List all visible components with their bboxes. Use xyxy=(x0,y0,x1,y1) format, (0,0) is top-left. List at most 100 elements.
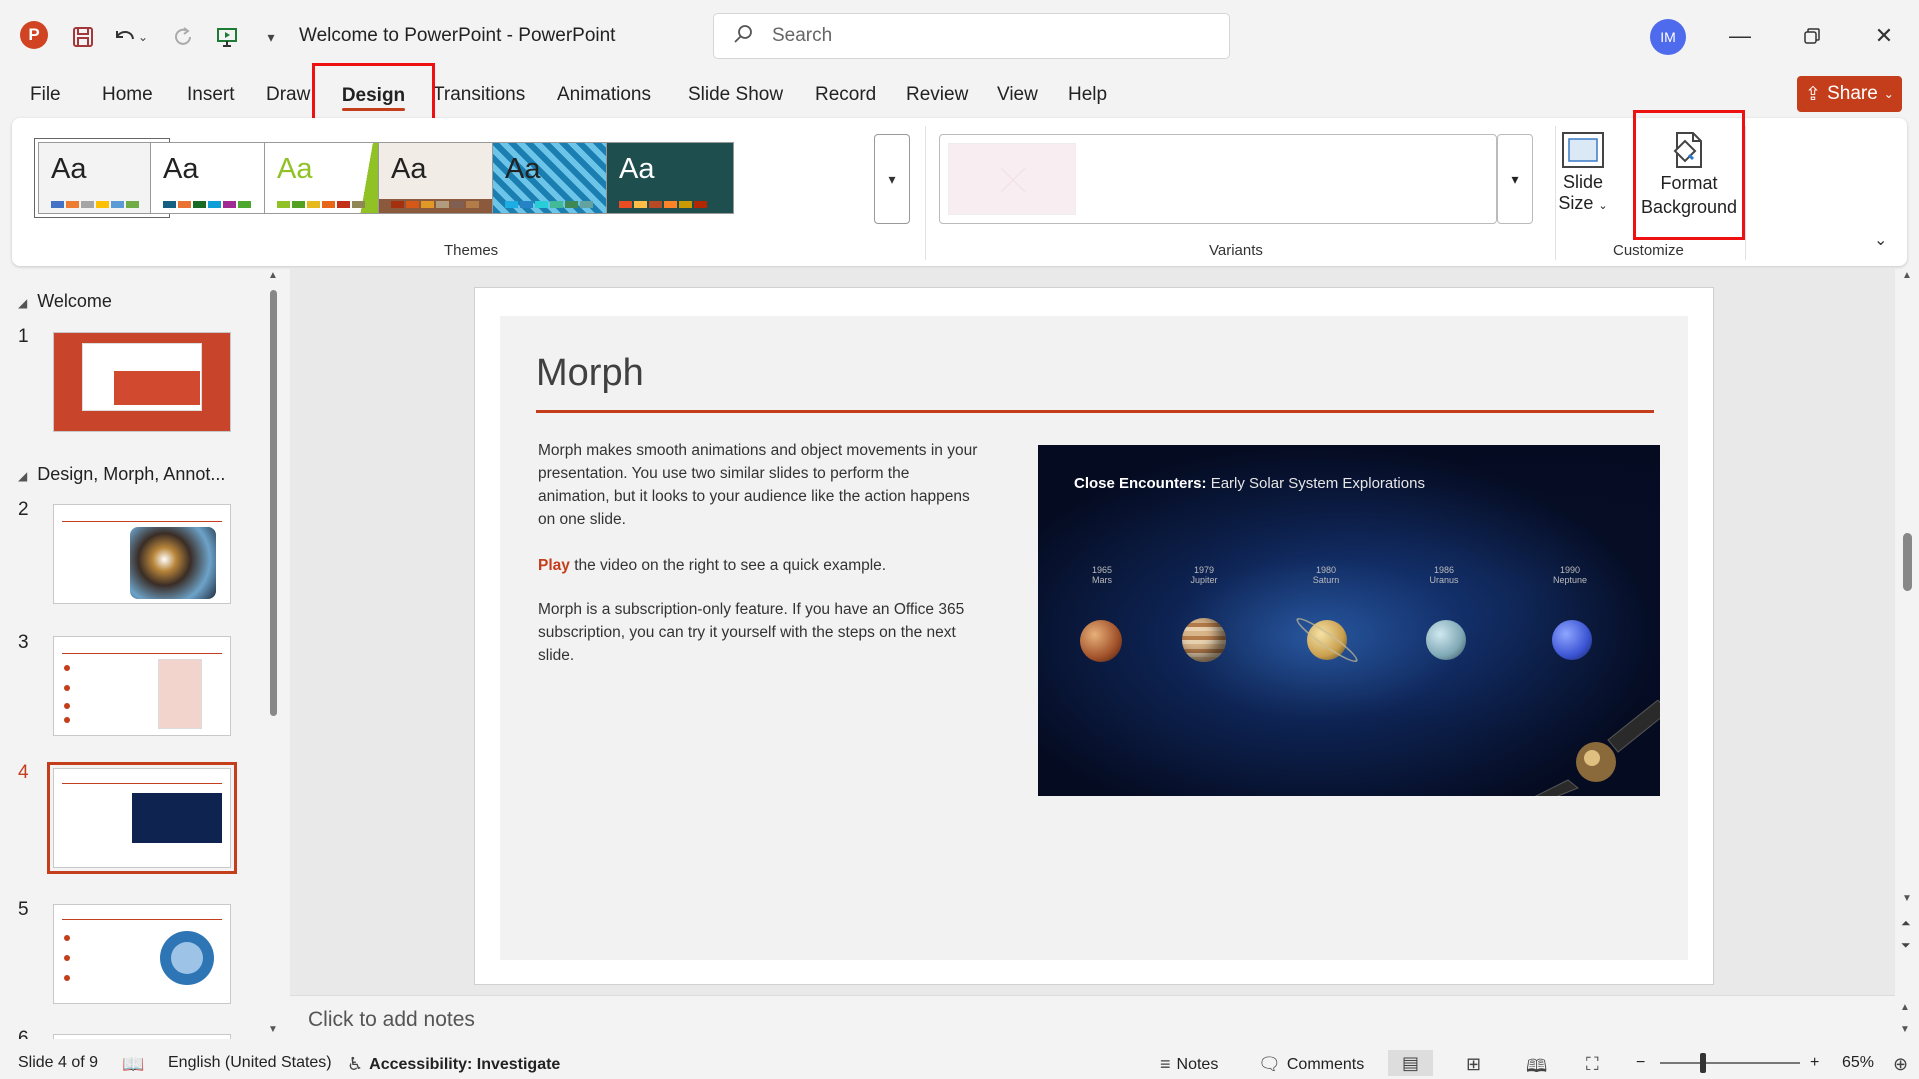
normal-view-icon[interactable]: ▤ xyxy=(1388,1050,1434,1076)
title-underline xyxy=(536,410,1654,413)
slide-size-label-2: Size ⌄ xyxy=(1558,193,1608,213)
tab-record[interactable]: Record xyxy=(815,84,876,106)
theme-dark[interactable]: Aa xyxy=(606,142,734,214)
slide-paragraph-2[interactable]: Play the video on the right to see a qui… xyxy=(538,554,983,577)
planet-year-jupiter: 1979 Jupiter xyxy=(1190,565,1218,585)
zoom-in-icon[interactable]: + xyxy=(1810,1054,1819,1072)
slide-thumbnail-3[interactable] xyxy=(53,636,231,736)
group-separator xyxy=(925,126,926,260)
save-icon[interactable] xyxy=(66,20,100,54)
tab-file[interactable]: File xyxy=(30,84,61,106)
morph-video[interactable]: Close Encounters: Early Solar System Exp… xyxy=(1038,445,1660,796)
scroll-up-icon[interactable]: ▲ xyxy=(268,270,278,281)
chevron-down-icon: ⌄ xyxy=(1883,87,1894,101)
comments-button[interactable]: 🗨 Comments xyxy=(1258,1054,1364,1075)
zoom-slider-knob[interactable] xyxy=(1700,1053,1706,1073)
slide-thumbnail-5[interactable] xyxy=(53,904,231,1004)
previous-slide-icon[interactable]: ⏶ xyxy=(1901,916,1911,931)
theme-facet[interactable]: Aa xyxy=(264,142,392,214)
scroll-down-icon[interactable]: ▼ xyxy=(268,1024,278,1035)
slide-thumbnail-6[interactable] xyxy=(53,1034,231,1039)
slide-thumbnail-1[interactable] xyxy=(53,332,231,432)
spacecraft-image xyxy=(1508,699,1660,796)
restore-icon[interactable] xyxy=(1792,18,1832,54)
zoom-out-icon[interactable]: − xyxy=(1636,1054,1645,1072)
section-header-design[interactable]: ◢ Design, Morph, Annot... xyxy=(18,464,225,485)
slide-thumbnail-2[interactable] xyxy=(53,504,231,604)
variant-thumbnail[interactable] xyxy=(948,143,1076,215)
theme-sample-text: Aa xyxy=(619,153,655,185)
accessibility-button[interactable]: ♿ Accessibility: Investigate xyxy=(347,1054,560,1075)
play-word: Play xyxy=(538,557,570,574)
scroll-up-icon[interactable]: ▲ xyxy=(1902,270,1912,281)
editor-scrollbar[interactable]: ▲ ▼ ⏶ ⏷ xyxy=(1896,268,1919,978)
format-background-button[interactable]: Format Background xyxy=(1633,110,1745,240)
slide-title[interactable]: Morph xyxy=(536,352,644,395)
zoom-slider[interactable] xyxy=(1660,1062,1800,1064)
uranus-planet xyxy=(1426,620,1466,660)
tab-view[interactable]: View xyxy=(997,84,1038,106)
notes-scroll-down-icon[interactable]: ▼ xyxy=(1900,1024,1910,1035)
undo-dropdown-icon[interactable]: ⌄ xyxy=(136,20,150,54)
next-slide-icon[interactable]: ⏷ xyxy=(1901,938,1911,953)
search-placeholder: Search xyxy=(772,25,833,46)
current-slide[interactable]: Morph Morph makes smooth animations and … xyxy=(474,287,1714,985)
slide-paragraph-3[interactable]: Morph is a subscription-only feature. If… xyxy=(538,598,983,667)
language-indicator[interactable]: English (United States) xyxy=(168,1054,332,1072)
slide-show-icon[interactable]: ⛶ xyxy=(1586,1054,1599,1075)
avatar[interactable]: IM xyxy=(1650,19,1686,55)
theme-office[interactable]: Aa xyxy=(34,138,170,218)
slide-sorter-icon[interactable]: ⊞ xyxy=(1466,1054,1481,1075)
reading-view-icon[interactable]: 🕮 xyxy=(1526,1054,1547,1079)
thumbnail-panel-scrollbar[interactable]: ▲ ▼ xyxy=(267,270,280,1038)
collapse-ribbon-icon[interactable]: ⌄ xyxy=(1874,230,1887,250)
tab-help[interactable]: Help xyxy=(1068,84,1107,106)
theme-sample-text: Aa xyxy=(163,153,199,185)
planet-year-mars: 1965 Mars xyxy=(1091,565,1113,585)
variants-more-button[interactable]: ▾ xyxy=(1497,134,1533,224)
tab-home[interactable]: Home xyxy=(102,84,153,106)
ribbon-design: Aa Aa Aa Aa Aa Aa ▾ Themes ▾ Variants Slide S… xyxy=(12,110,1907,266)
slide-size-label-1: Slide xyxy=(1562,172,1604,192)
zoom-level[interactable]: 65% xyxy=(1842,1054,1874,1072)
scrollbar-thumb[interactable] xyxy=(1903,533,1912,591)
share-button[interactable]: ⇪ Share ⌄ xyxy=(1797,76,1902,112)
notes-pane[interactable]: Click to add notes ▲ ▼ xyxy=(290,995,1910,1045)
tab-slide-show[interactable]: Slide Show xyxy=(688,84,783,106)
search-input[interactable]: Search xyxy=(713,13,1230,59)
group-separator xyxy=(1745,126,1746,260)
theme-color-swatches xyxy=(391,201,479,208)
tab-draw[interactable]: Draw xyxy=(266,84,310,106)
themes-more-button[interactable]: ▾ xyxy=(874,134,910,224)
slide-size-button[interactable]: Slide Size ⌄ xyxy=(1552,128,1614,228)
spell-check-icon[interactable]: 📖 xyxy=(122,1054,144,1075)
theme-office-white[interactable]: Aa xyxy=(150,142,278,214)
notes-scroll-up-icon[interactable]: ▲ xyxy=(1900,1002,1910,1013)
theme-pattern[interactable]: Aa xyxy=(492,142,620,214)
minimize-icon[interactable]: — xyxy=(1720,18,1760,54)
tab-transitions[interactable]: Transitions xyxy=(433,84,525,106)
accessibility-icon: ♿ xyxy=(347,1054,364,1074)
fit-to-window-icon[interactable]: ⊕ xyxy=(1893,1054,1908,1075)
title-bar: P ⌄ ▾ Welcome to PowerPoint - PowerPoint… xyxy=(0,0,1919,62)
slide-thumbnail-panel: ◢ Welcome 1 ◢ Design, Morph, Annot... 2 … xyxy=(0,268,265,1039)
slide-number-selected: 4 xyxy=(18,762,29,783)
scrollbar-thumb[interactable] xyxy=(270,290,277,716)
tab-insert[interactable]: Insert xyxy=(187,84,235,106)
slide-counter[interactable]: Slide 4 of 9 xyxy=(18,1054,98,1072)
redo-icon[interactable] xyxy=(166,20,200,54)
variants-gallery xyxy=(939,134,1497,224)
scroll-down-icon[interactable]: ▼ xyxy=(1902,893,1912,904)
present-from-start-icon[interactable] xyxy=(210,20,244,54)
notes-button[interactable]: ≡ Notes xyxy=(1160,1054,1218,1075)
theme-wood[interactable]: Aa xyxy=(378,142,506,214)
section-header-welcome[interactable]: ◢ Welcome xyxy=(18,291,112,312)
close-icon[interactable]: ✕ xyxy=(1864,18,1904,54)
slide-number: 1 xyxy=(18,326,29,347)
customize-qat-icon[interactable]: ▾ xyxy=(254,20,288,54)
slide-thumbnail-4[interactable] xyxy=(47,762,237,874)
comments-icon: 🗨 xyxy=(1258,1054,1281,1074)
tab-animations[interactable]: Animations xyxy=(557,84,651,106)
tab-review[interactable]: Review xyxy=(906,84,968,106)
slide-paragraph-1[interactable]: Morph makes smooth animations and object… xyxy=(538,439,983,531)
